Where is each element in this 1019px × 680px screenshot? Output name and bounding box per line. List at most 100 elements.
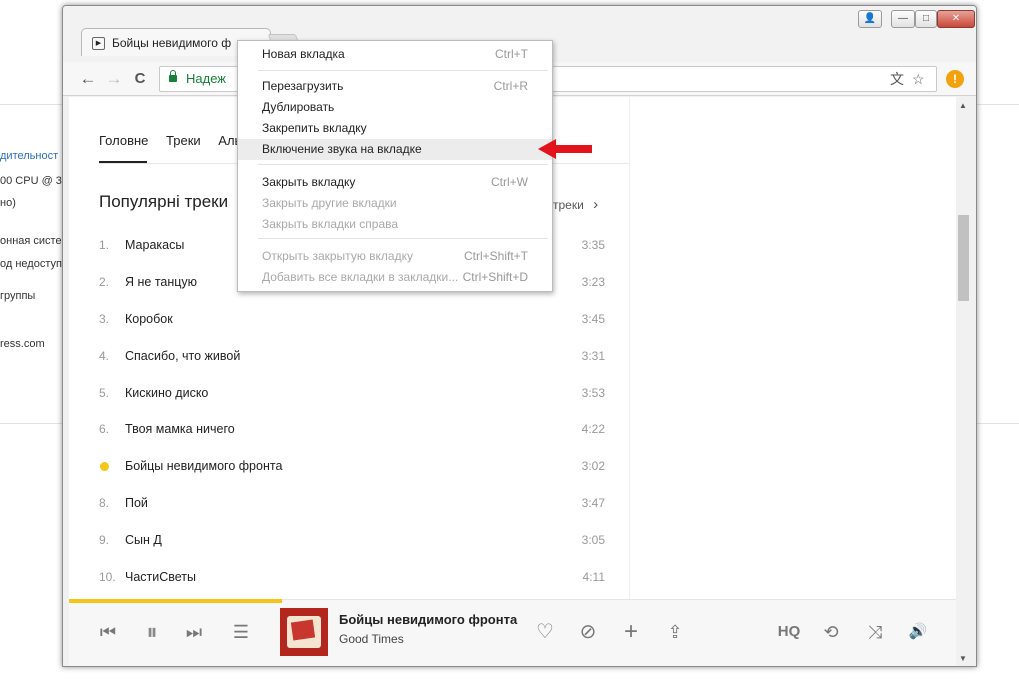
track-row[interactable]: 4. Спасибо, что живой 3:31 <box>99 346 605 366</box>
forward-button[interactable]: → <box>103 68 125 90</box>
track-duration: 3:35 <box>581 238 605 252</box>
all-tracks-label: треки <box>553 198 584 212</box>
track-title: Бойцы невидимого фронта <box>125 459 283 473</box>
tab-tracks[interactable]: Треки <box>166 133 201 148</box>
minimize-button[interactable]: — <box>891 10 915 28</box>
menu-item[interactable]: Добавить все вкладки в закладки... Ctrl+S… <box>238 267 552 288</box>
track-title: Коробок <box>125 312 173 326</box>
track-duration: 3:05 <box>581 533 605 547</box>
menu-item[interactable]: Открыть закрытую вкладку Ctrl+Shift+T <box>238 246 552 267</box>
menu-item-shortcut: Ctrl+R <box>493 79 528 93</box>
block-icon[interactable]: ⊘ <box>576 620 600 644</box>
bg-fragment: ress.com <box>0 338 45 350</box>
user-profile-button[interactable]: 👤 <box>858 10 882 28</box>
scrollbar[interactable]: ▲ ▼ <box>956 97 972 666</box>
track-row[interactable]: 10. ЧастиСветы 4:11 <box>99 567 605 587</box>
track-duration: 3:02 <box>581 459 605 473</box>
tab-title: Бойцы невидимого ф <box>112 36 232 50</box>
share-icon[interactable]: ⇪ <box>663 620 687 644</box>
menu-item[interactable]: Перезагрузить Ctrl+R <box>238 76 552 97</box>
add-icon[interactable]: + <box>619 620 643 644</box>
scroll-up-icon[interactable]: ▲ <box>959 101 967 110</box>
playlist-icon[interactable]: ☰ <box>229 620 253 644</box>
bg-fragment: дительност <box>0 150 59 162</box>
all-tracks-link[interactable]: треки › <box>553 196 598 213</box>
track-number: 10. <box>99 570 116 584</box>
shuffle-icon[interactable]: ⤨ <box>863 620 887 644</box>
track-row[interactable]: 3. Коробок 3:45 <box>99 309 605 329</box>
track-title: Пой <box>125 496 148 510</box>
cover-art-detail <box>290 619 316 641</box>
track-row[interactable]: 9. Сын Д 3:05 <box>99 530 605 550</box>
track-title: Маракасы <box>125 238 185 252</box>
track-duration: 4:11 <box>582 570 605 584</box>
close-button[interactable]: ✕ <box>937 10 975 28</box>
menu-item[interactable]: Включение звука на вкладке <box>238 139 552 160</box>
menu-item[interactable]: Закрыть другие вкладки <box>238 193 552 214</box>
player-bar: ⏮ ⏸ ⏭ ☰ Бойцы невидимого фронта Good Tim… <box>69 599 956 666</box>
previous-icon[interactable]: ⏮ <box>93 620 123 644</box>
tab-audio-icon: ▶ <box>92 37 105 50</box>
reload-button[interactable]: C <box>129 68 151 90</box>
track-title: Кискино диско <box>125 386 209 400</box>
warning-icon[interactable]: ! <box>946 70 964 88</box>
bg-divider <box>0 423 62 424</box>
menu-item-label: Закрепить вкладку <box>262 121 367 135</box>
track-duration: 3:23 <box>581 275 605 289</box>
menu-item[interactable]: Новая вкладка Ctrl+T <box>238 44 552 65</box>
pause-icon[interactable]: ⏸ <box>137 620 167 644</box>
repeat-icon[interactable]: ⟲ <box>819 620 843 644</box>
active-tab-indicator <box>99 161 147 163</box>
bg-fragment: но) <box>0 197 16 209</box>
menu-item[interactable]: Дублировать <box>238 97 552 118</box>
track-title: Спасибо, что живой <box>125 349 241 363</box>
section-title: Популярні треки <box>99 192 229 211</box>
scroll-down-icon[interactable]: ▼ <box>959 654 967 663</box>
translate-icon[interactable]: 文 <box>890 70 904 88</box>
menu-item-label: Закрыть другие вкладки <box>262 196 397 210</box>
menu-item-label: Открыть закрытую вкладку <box>262 249 413 263</box>
album-cover[interactable] <box>280 608 328 656</box>
menu-item-label: Перезагрузить <box>262 79 344 93</box>
playback-progress[interactable] <box>69 599 282 603</box>
track-title: Я не танцую <box>125 275 198 289</box>
menu-item-label: Закрыть вкладки справа <box>262 217 399 231</box>
track-duration: 3:53 <box>581 386 605 400</box>
bg-fragment: 00 CPU @ 3.3 <box>0 175 72 187</box>
column-divider <box>629 97 630 599</box>
track-row[interactable]: 5. Кискино диско 3:53 <box>99 383 605 403</box>
menu-item[interactable]: Закрепить вкладку <box>238 118 552 139</box>
track-number: 3. <box>99 312 110 326</box>
like-icon[interactable]: ♡ <box>533 620 557 644</box>
track-title: Сын Д <box>125 533 162 547</box>
tab-main[interactable]: Головне <box>99 133 148 148</box>
track-duration: 4:22 <box>581 422 605 436</box>
now-playing-title[interactable]: Бойцы невидимого фронта <box>339 612 517 627</box>
next-icon[interactable]: ⏭ <box>179 620 209 644</box>
track-number: 9. <box>99 533 110 547</box>
scrollbar-thumb[interactable] <box>958 215 969 301</box>
bg-divider <box>977 423 1019 424</box>
bg-divider <box>977 104 1019 105</box>
hq-button[interactable]: HQ <box>773 620 805 644</box>
menu-item[interactable]: Закрыть вкладку Ctrl+W <box>238 172 552 193</box>
track-row[interactable]: 8. Пой 3:47 <box>99 493 605 513</box>
bg-fragment: од недоступ <box>0 258 62 270</box>
track-duration: 3:47 <box>581 496 605 510</box>
track-title: ЧастиСветы <box>125 570 197 584</box>
menu-item-label: Дублировать <box>262 100 335 114</box>
maximize-button[interactable]: □ <box>915 10 937 28</box>
track-row[interactable]: 6. Твоя мамка ничего 4:22 <box>99 419 605 439</box>
now-playing-artist[interactable]: Good Times <box>339 632 404 646</box>
menu-separator <box>258 164 548 165</box>
menu-item-label: Включение звука на вкладке <box>262 142 422 156</box>
track-number: 1. <box>99 238 110 252</box>
menu-separator <box>258 238 548 239</box>
track-row-playing[interactable]: Бойцы невидимого фронта 3:02 <box>99 456 605 476</box>
menu-item-label: Добавить все вкладки в закладки... <box>262 270 459 284</box>
volume-icon[interactable]: 🔊 <box>905 620 931 644</box>
menu-item[interactable]: Закрыть вкладки справа <box>238 214 552 235</box>
star-icon[interactable]: ☆ <box>912 70 925 88</box>
red-arrow-annotation <box>538 139 592 159</box>
back-button[interactable]: ← <box>77 68 99 90</box>
